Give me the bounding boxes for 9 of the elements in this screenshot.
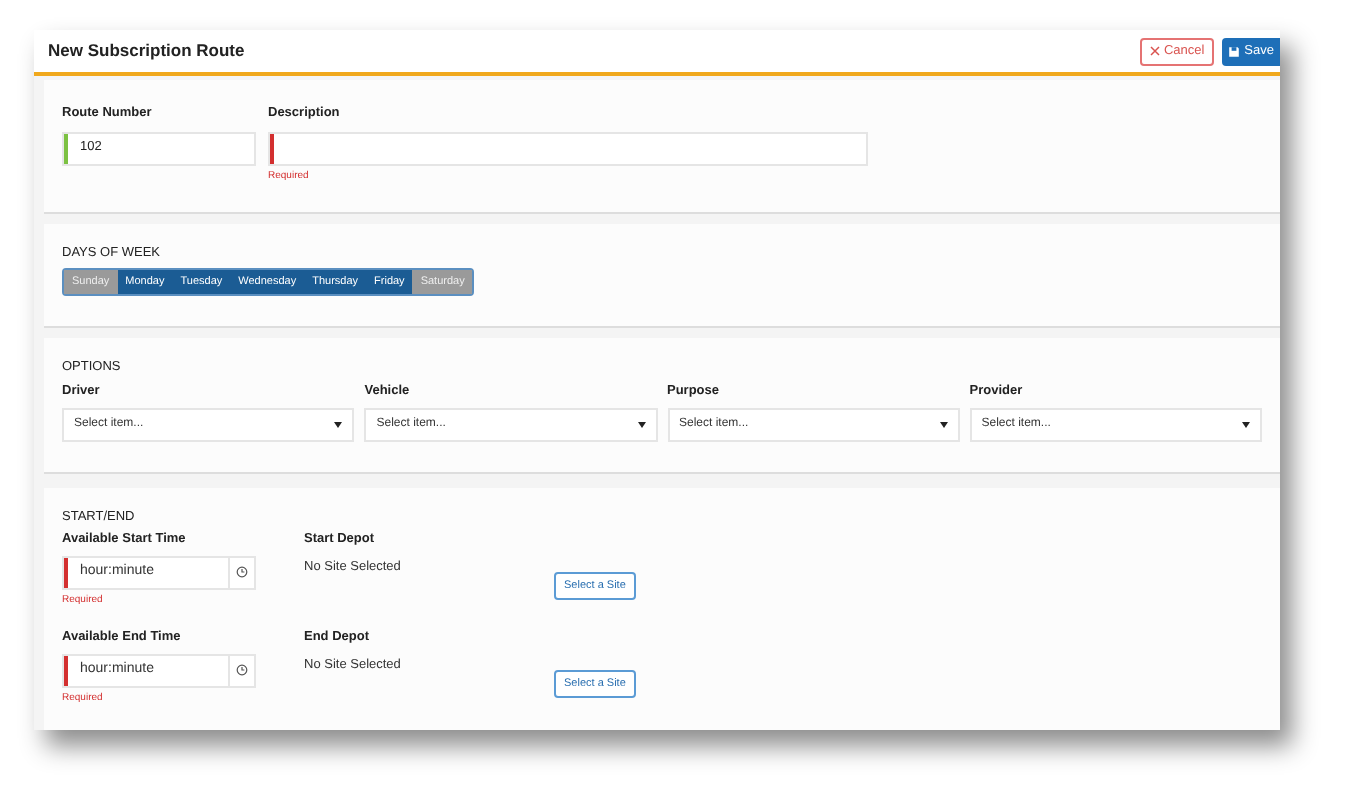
caret-icon xyxy=(1242,421,1250,427)
input-field[interactable] xyxy=(268,131,868,166)
clock-icon xyxy=(236,664,248,676)
close-icon xyxy=(1149,46,1160,56)
clock-icon xyxy=(236,566,248,578)
caret-icon xyxy=(637,421,645,427)
caret-icon xyxy=(334,421,343,427)
caret-icon xyxy=(939,421,948,427)
window-title: New Subscription Route xyxy=(48,38,245,64)
